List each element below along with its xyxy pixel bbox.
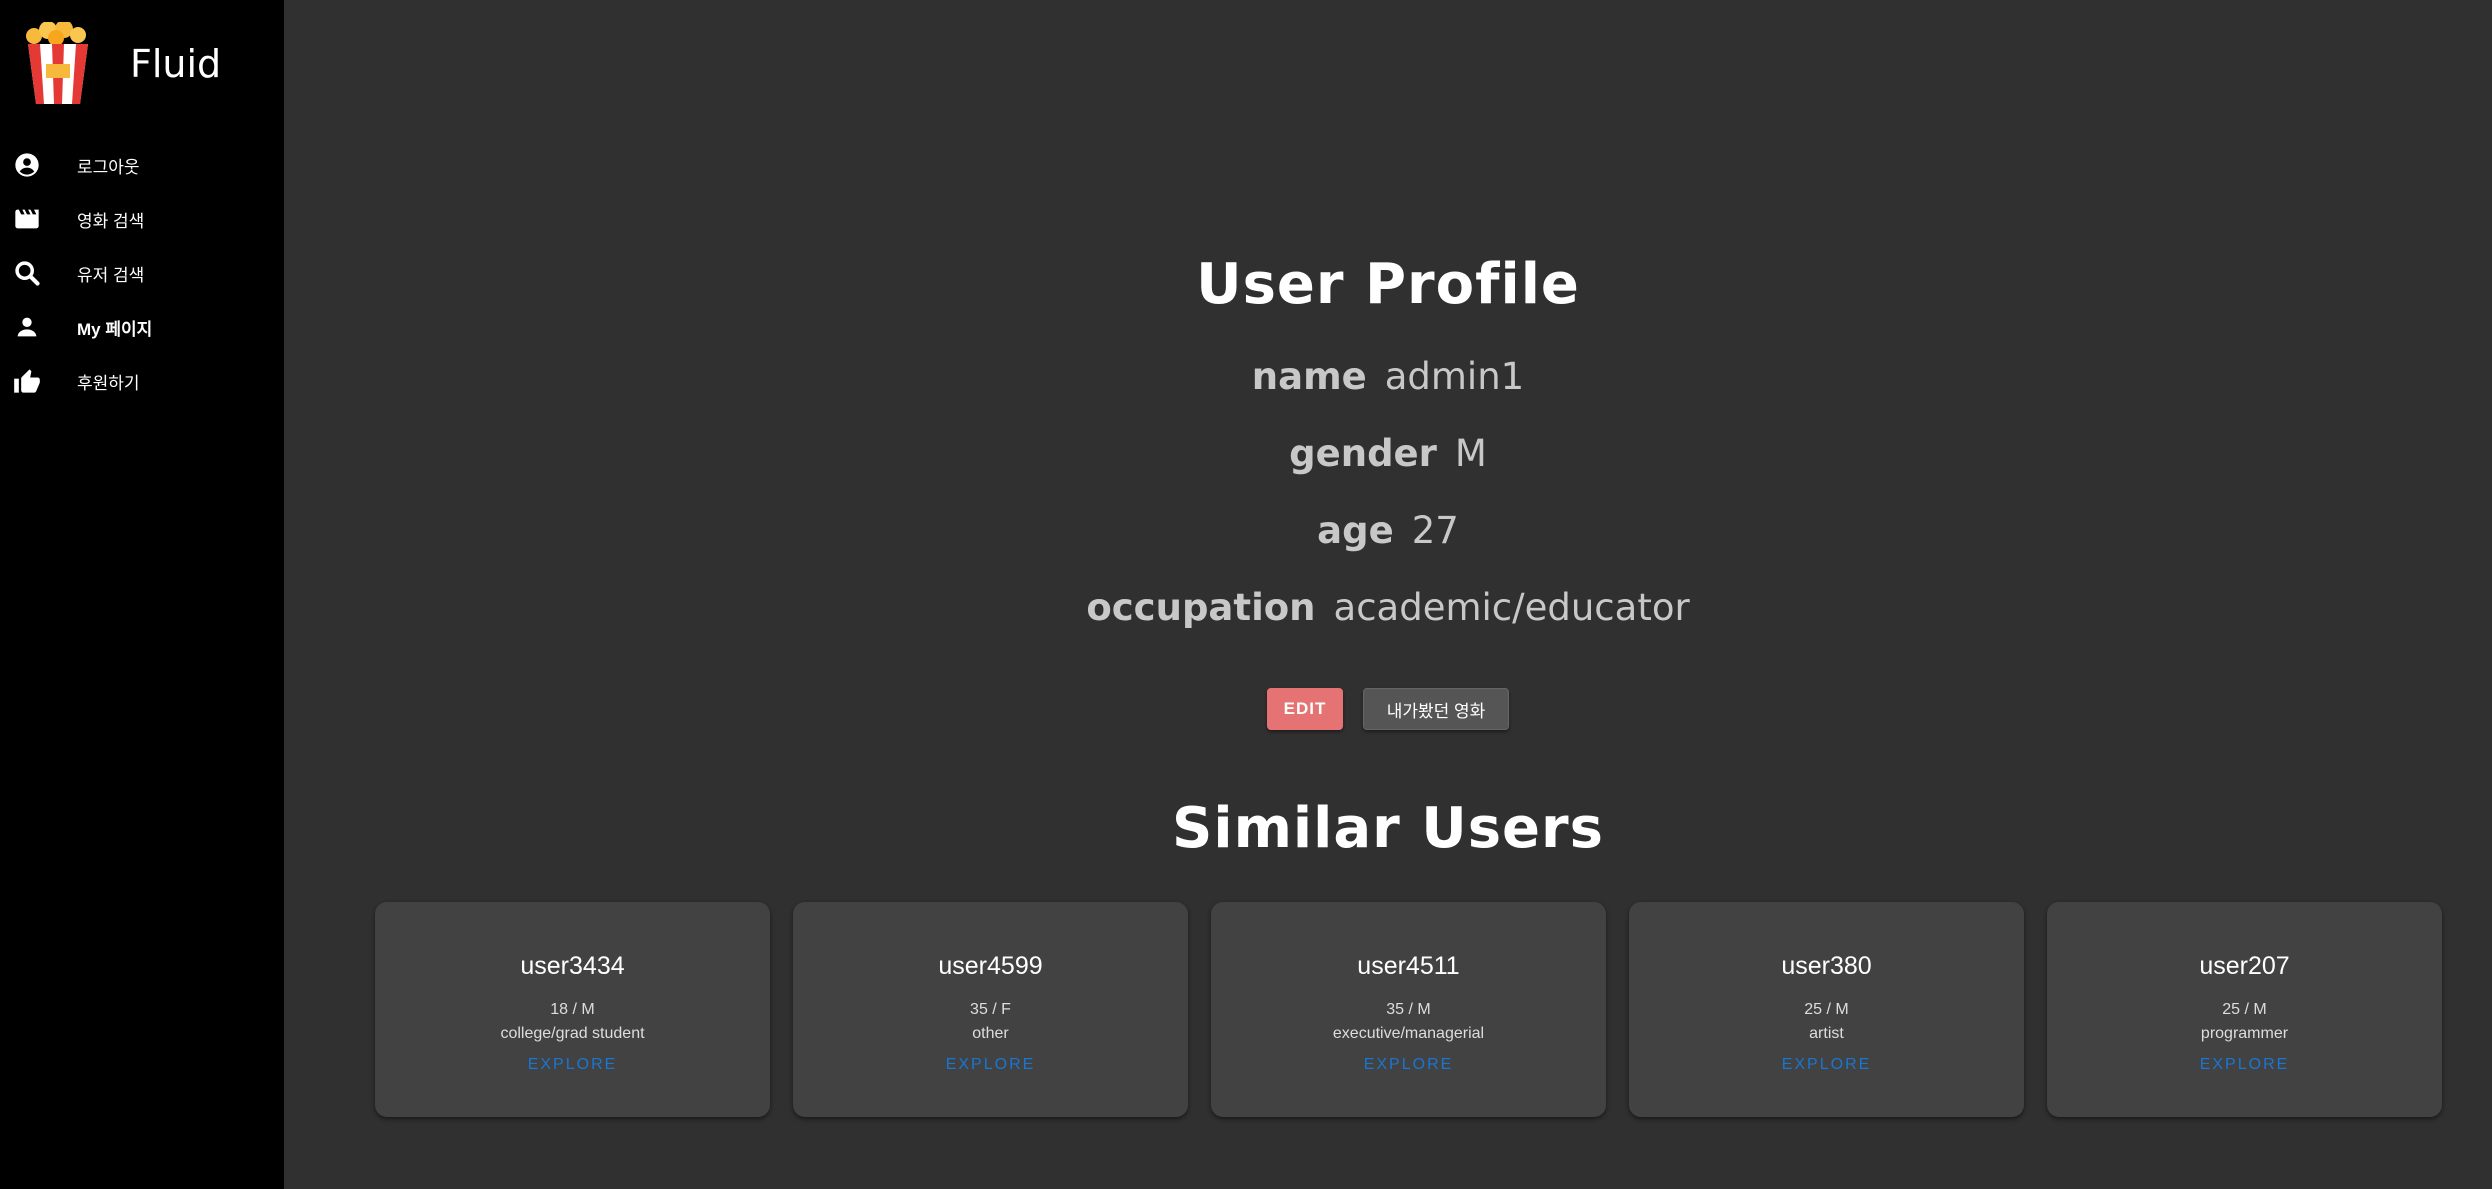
field-key: occupation [1086, 586, 1316, 629]
field-key: age [1317, 509, 1394, 552]
user-card: user3434 18 / M college/grad student EXP… [375, 902, 770, 1117]
page-title: User Profile [1196, 252, 1580, 317]
sidebar-item-label: 유저 검색 [77, 265, 145, 285]
sidebar-item-label: 로그아웃 [77, 157, 140, 177]
sidebar: Fluid 로그아웃 영화 검색 유저 검색 My 페이지 후원하기 [0, 0, 284, 1189]
user-name: user3434 [520, 952, 625, 980]
main-content: User Profile name admin1 gender M age 27 oc… [284, 0, 2492, 1189]
explore-button[interactable]: EXPLORE [2047, 1056, 2442, 1074]
explore-button[interactable]: EXPLORE [1629, 1056, 2024, 1074]
sidebar-item-label: My 페이지 [77, 319, 153, 339]
profile-field-gender: gender M [284, 432, 2492, 475]
section-title-similar-users: Similar Users [1172, 796, 1604, 861]
explore-button[interactable]: EXPLORE [1211, 1056, 1606, 1074]
profile-field-age: age 27 [284, 509, 2492, 552]
account-circle-icon [13, 151, 41, 179]
user-occupation: college/grad student [500, 1025, 645, 1042]
user-card: user4511 35 / M executive/managerial EXP… [1211, 902, 1606, 1117]
field-key: gender [1289, 432, 1437, 475]
sidebar-item-donate[interactable]: 후원하기 [0, 354, 284, 408]
watched-movies-button[interactable]: 내가봤던 영화 [1363, 688, 1509, 730]
explore-button[interactable]: EXPLORE [793, 1056, 1188, 1074]
search-icon [13, 259, 41, 287]
sidebar-item-logout[interactable]: 로그아웃 [0, 138, 284, 192]
brand-name: Fluid [130, 42, 222, 86]
field-value: academic/educator [1333, 586, 1690, 629]
user-occupation: programmer [2200, 1025, 2289, 1042]
user-age-gender: 35 / F [970, 1001, 1011, 1018]
profile-field-occupation: occupation academic/educator [284, 586, 2492, 629]
movie-icon [13, 205, 41, 233]
user-age-gender: 25 / M [2222, 1001, 2267, 1018]
brand-logo[interactable]: Fluid [20, 22, 221, 106]
thumb-up-icon [13, 367, 41, 395]
user-card: user380 25 / M artist EXPLORE [1629, 902, 2024, 1117]
edit-button[interactable]: EDIT [1267, 688, 1343, 730]
sidebar-item-user-search[interactable]: 유저 검색 [0, 246, 284, 300]
user-name: user4511 [1357, 952, 1460, 980]
user-card: user207 25 / M programmer EXPLORE [2047, 902, 2442, 1117]
field-value: M [1454, 432, 1487, 475]
field-value: admin1 [1384, 355, 1525, 398]
user-occupation: other [972, 1025, 1009, 1042]
explore-button[interactable]: EXPLORE [375, 1056, 770, 1074]
sidebar-item-label: 영화 검색 [77, 211, 145, 231]
profile-actions: EDIT 내가봤던 영화 [284, 688, 2492, 730]
popcorn-icon [26, 22, 88, 104]
field-value: 27 [1411, 509, 1459, 552]
field-key: name [1251, 355, 1367, 398]
user-card: user4599 35 / F other EXPLORE [793, 902, 1188, 1117]
profile-field-name: name admin1 [284, 355, 2492, 398]
sidebar-item-movie-search[interactable]: 영화 검색 [0, 192, 284, 246]
user-name: user207 [2199, 952, 2290, 980]
user-age-gender: 25 / M [1804, 1001, 1849, 1018]
user-occupation: executive/managerial [1332, 1025, 1485, 1042]
similar-users-list: user3434 18 / M college/grad student EXP… [375, 902, 2442, 1117]
sidebar-item-my-page[interactable]: My 페이지 [0, 300, 284, 354]
user-name: user4599 [938, 952, 1043, 980]
person-icon [13, 313, 41, 341]
sidebar-item-label: 후원하기 [77, 373, 140, 393]
user-occupation: artist [1809, 1025, 1844, 1042]
user-name: user380 [1781, 952, 1872, 980]
user-age-gender: 35 / M [1386, 1001, 1431, 1018]
user-age-gender: 18 / M [550, 1001, 595, 1018]
sidebar-nav: 로그아웃 영화 검색 유저 검색 My 페이지 후원하기 [0, 138, 284, 408]
